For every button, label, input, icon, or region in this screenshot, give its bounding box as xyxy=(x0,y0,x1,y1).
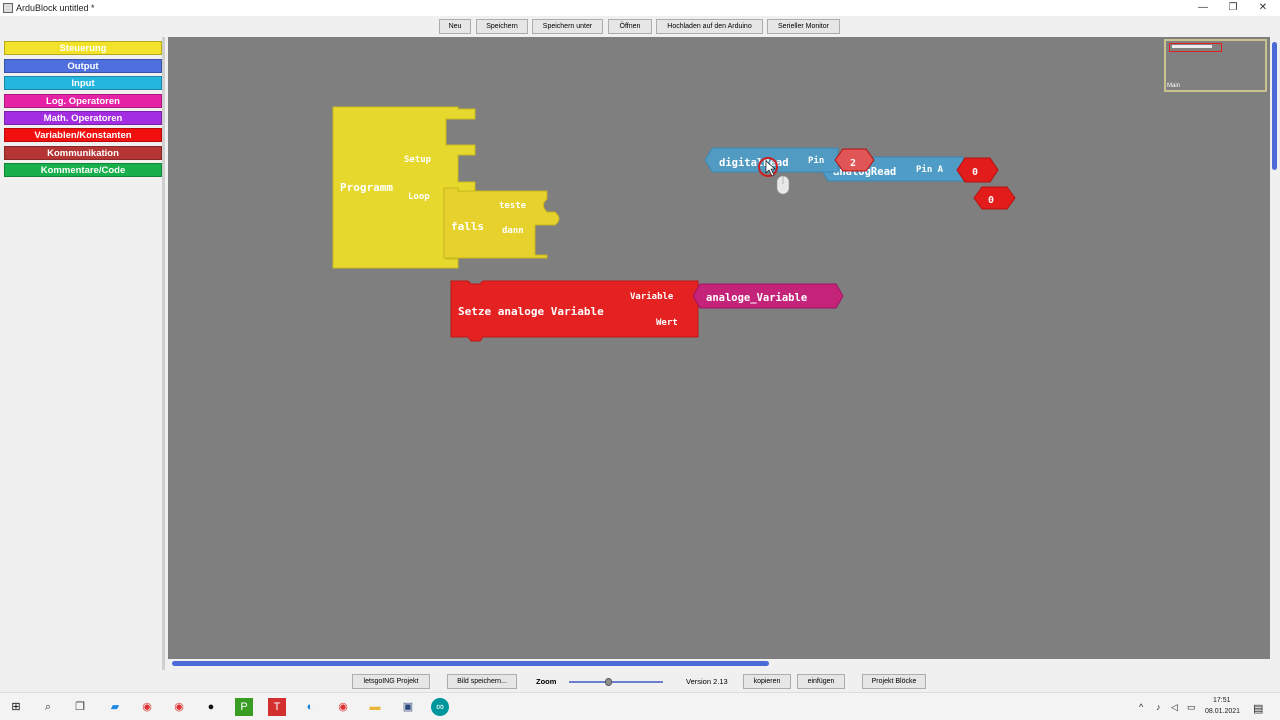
open-button[interactable]: Öffnen xyxy=(608,19,652,34)
main-toolbar: Neu Speichern Speichern unter Öffnen Hoc… xyxy=(0,16,1280,37)
clock-date[interactable]: 08.01.2021 xyxy=(1205,708,1240,715)
analoge-variable-label: analoge_Variable xyxy=(706,292,807,304)
chrome-icon-2[interactable]: ◉ xyxy=(170,698,188,716)
microphone-icon[interactable]: ♪ xyxy=(1156,702,1161,712)
title-bar: ArduBlock untitled * — ❐ ✕ xyxy=(0,0,1280,16)
category-output[interactable]: Output xyxy=(4,59,162,73)
app-t-icon[interactable]: T xyxy=(268,698,286,716)
setze-label: Setze analoge Variable xyxy=(458,305,604,318)
chrome-icon-3[interactable]: ◉ xyxy=(334,698,352,716)
notification-icon[interactable]: ▤ xyxy=(1253,702,1263,715)
edge-icon[interactable]: ◐ xyxy=(301,698,319,716)
new-button[interactable]: Neu xyxy=(439,19,471,34)
network-icon[interactable]: ▭ xyxy=(1187,702,1196,713)
minimap[interactable]: Main xyxy=(1164,39,1267,92)
file-explorer-icon[interactable]: ▬ xyxy=(366,698,384,716)
digitalread-pin-value[interactable]: 2 xyxy=(850,158,856,169)
ardublock-icon[interactable]: ▣ xyxy=(399,698,417,716)
zoom-label: Zoom xyxy=(536,677,557,686)
category-kommentare-code[interactable]: Kommentare/Code xyxy=(4,163,162,177)
windows-taskbar: ⊞ ⌕ ❐ ▰ ◉ ◉ ● P T ◐ ◉ ▬ ▣ ∞ ^ ♪ ◁ ▭ 17:5… xyxy=(0,692,1280,720)
analogread-pin-label: Pin A xyxy=(916,164,944,175)
letsgoing-project-button[interactable]: letsgoING Projekt xyxy=(352,674,430,689)
upload-button[interactable]: Hochladen auf den Arduino xyxy=(656,19,763,34)
dann-label: dann xyxy=(502,226,524,236)
digitalread-label: digitalRead xyxy=(719,157,789,169)
maximize-button[interactable]: ❐ xyxy=(1222,1,1244,15)
save-button[interactable]: Speichern xyxy=(476,19,528,34)
analoge-variable-block[interactable]: analoge_Variable xyxy=(692,283,844,309)
programm-label: Programm xyxy=(340,181,393,194)
category-variablen-konstanten[interactable]: Variablen/Konstanten xyxy=(4,128,162,142)
minimize-button[interactable]: — xyxy=(1192,1,1214,15)
minimap-blocks xyxy=(1172,45,1212,48)
falls-label: falls xyxy=(451,220,484,233)
save-as-button[interactable]: Speichern unter xyxy=(532,19,603,34)
category-steuerung[interactable]: Steuerung xyxy=(4,41,162,55)
horizontal-scrollbar[interactable] xyxy=(168,659,1270,670)
zoom-slider[interactable] xyxy=(569,678,663,686)
arduino-icon[interactable]: ∞ xyxy=(431,698,449,716)
save-image-button[interactable]: Bild speichern... xyxy=(447,674,517,689)
inkscape-icon[interactable]: ● xyxy=(202,698,220,716)
task-view-icon[interactable]: ❐ xyxy=(71,698,89,716)
project-blocks-button[interactable]: Projekt Blöcke xyxy=(862,674,926,689)
close-button[interactable]: ✕ xyxy=(1252,1,1274,15)
block-category-sidebar: Steuerung Output Input Log. Operatoren M… xyxy=(0,37,165,670)
loop-label: Loop xyxy=(408,192,430,202)
number-block-value: 0 xyxy=(988,195,994,206)
serial-monitor-button[interactable]: Serieller Monitor xyxy=(767,19,840,34)
teste-label: teste xyxy=(499,201,527,211)
category-math-operatoren[interactable]: Math. Operatoren xyxy=(4,111,162,125)
search-icon[interactable]: ⌕ xyxy=(39,698,57,716)
falls-block[interactable]: falls teste dann xyxy=(443,187,560,259)
setze-variable-label: Variable xyxy=(630,291,674,302)
vertical-scroll-thumb[interactable] xyxy=(1272,42,1277,170)
setup-label: Setup xyxy=(404,155,432,165)
minimap-label: Main xyxy=(1167,83,1181,89)
windows-start-icon[interactable]: ⊞ xyxy=(7,698,25,716)
version-label: Version 2.13 xyxy=(686,677,728,686)
app-p-icon[interactable]: P xyxy=(235,698,253,716)
horizontal-scroll-thumb[interactable] xyxy=(172,661,769,666)
chrome-icon[interactable]: ◉ xyxy=(138,698,156,716)
setze-analoge-variable-block[interactable]: Setze analoge Variable Variable Wert xyxy=(450,280,699,342)
window-title: ArduBlock untitled * xyxy=(16,3,95,13)
digitalread-pin-label: Pin xyxy=(808,155,824,166)
block-canvas[interactable]: Programm Setup Loop falls teste dann ana… xyxy=(168,37,1270,659)
paste-button[interactable]: einfügen xyxy=(797,674,845,689)
category-kommunikation[interactable]: Kommunikation xyxy=(4,146,162,160)
number-block[interactable]: 0 xyxy=(973,186,1016,210)
setze-wert-label: Wert xyxy=(656,318,678,328)
category-input[interactable]: Input xyxy=(4,76,162,90)
vertical-scrollbar[interactable] xyxy=(1270,37,1280,670)
analogread-pin-value[interactable]: 0 xyxy=(972,167,978,178)
tray-chevron-icon[interactable]: ^ xyxy=(1139,702,1143,712)
bottom-toolbar: letsgoING Projekt Bild speichern... Zoom… xyxy=(0,670,1280,692)
category-log-operatoren[interactable]: Log. Operatoren xyxy=(4,94,162,108)
app-icon xyxy=(3,3,13,13)
volume-icon[interactable]: ◁ xyxy=(1171,702,1178,713)
zoom-slider-thumb[interactable] xyxy=(605,678,612,686)
copy-button[interactable]: kopieren xyxy=(743,674,791,689)
app-icon-1[interactable]: ▰ xyxy=(106,698,124,716)
clock-time[interactable]: 17:51 xyxy=(1213,697,1231,704)
digitalread-block[interactable]: digitalRead Pin 2 xyxy=(704,147,875,173)
